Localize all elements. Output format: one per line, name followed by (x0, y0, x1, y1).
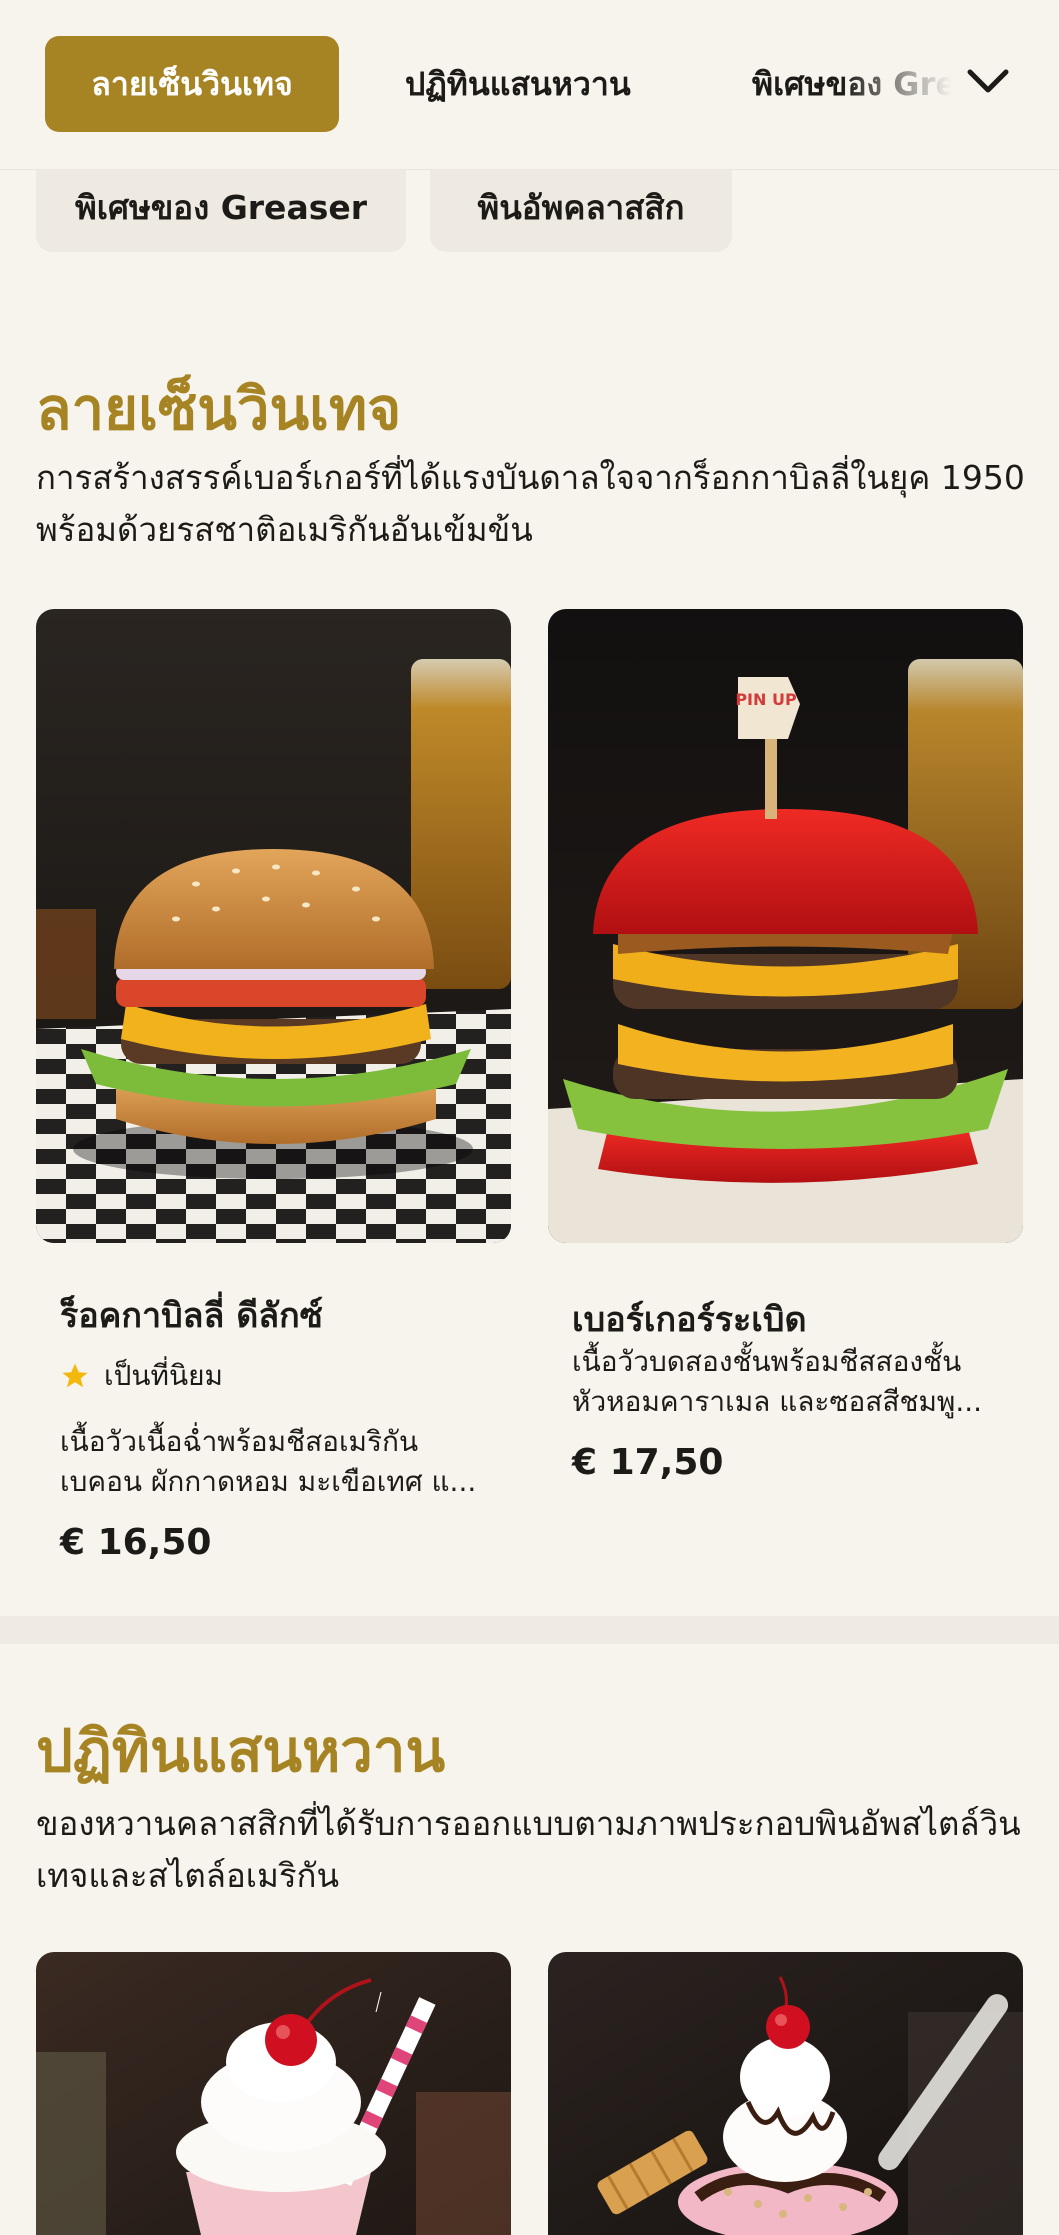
item-price-rockabilly: € 16,50 (60, 1522, 212, 1563)
item-description-rockabilly: เนื้อวัวเนื้อฉ่ำพร้อมชีสอเมริกัน เบคอน ผ… (60, 1425, 477, 1498)
dessert-image-milkshake[interactable] (36, 1952, 511, 2235)
burger-image-explosion[interactable]: PIN UP (548, 609, 1023, 1243)
dessert-image-sundae[interactable] (548, 1952, 1023, 2235)
category-nav: ลายเซ็นวินเทจ ปฏิทินแสนหวาน พิเศษของ Gre… (0, 0, 1059, 170)
popular-label: เป็นที่นิยม (104, 1359, 223, 1392)
tab-sweet-calendar[interactable]: ปฏิทินแสนหวาน (405, 36, 631, 132)
chevron-down-icon[interactable] (964, 58, 1012, 106)
section-description-vintage: การสร้างสรรค์เบอร์เกอร์ที่ได้แรงบันดาลใจ… (36, 458, 1025, 549)
popular-badge: เป็นที่นิยม (60, 1354, 223, 1398)
section-title-desserts: ปฏิทินแสนหวาน (36, 1717, 446, 1785)
chip-pinup-classic[interactable]: พินอัพคลาสสิก (430, 162, 732, 252)
item-description-explosion: เนื้อวัวบดสองชั้นพร้อมชีสสองชั้น หัวหอมค… (572, 1345, 983, 1418)
pin-up-flag-text: PIN UP (735, 690, 797, 709)
item-price-explosion: € 17,50 (572, 1442, 724, 1483)
tab-greaser-special[interactable]: พิเศษของ Greaser (752, 36, 952, 132)
section-description-desserts: ของหวานคลาสสิกที่ได้รับการออกแบบตามภาพปร… (36, 1804, 1021, 1895)
section-title-vintage: ลายเซ็นวินเทจ (36, 375, 402, 443)
item-name-explosion[interactable]: เบอร์เกอร์ระเบิด (572, 1292, 807, 1346)
item-name-rockabilly[interactable]: ร็อคกาบิลลี่ ดีลักซ์ (60, 1288, 323, 1342)
burger-image-rockabilly[interactable] (36, 609, 511, 1243)
tab-vintage-signature[interactable]: ลายเซ็นวินเทจ (45, 36, 339, 132)
section-divider (0, 1616, 1059, 1644)
star-icon (62, 1363, 88, 1388)
chip-greaser-special[interactable]: พิเศษของ Greaser (36, 162, 406, 252)
